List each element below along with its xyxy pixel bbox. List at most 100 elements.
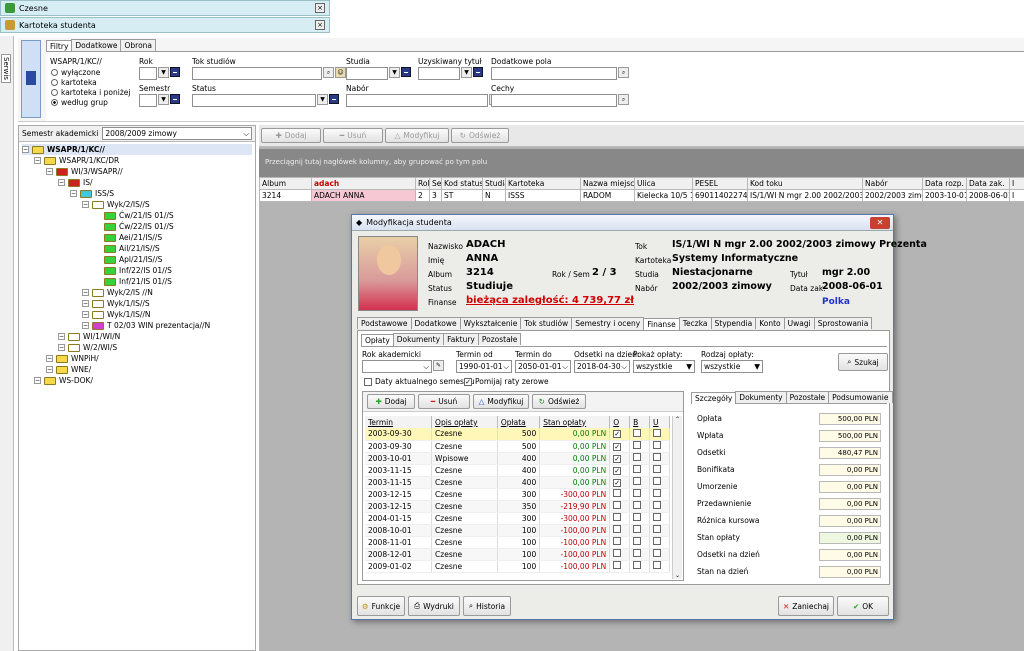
table-row[interactable]: 2003-12-15 Czesne 300 -300,00 PLN bbox=[365, 488, 670, 501]
table-row[interactable]: 2008-11-01 Czesne 100 -100,00 PLN bbox=[365, 536, 670, 549]
search-icon[interactable]: ⌕ bbox=[618, 94, 629, 105]
checkbox[interactable] bbox=[613, 489, 622, 497]
expand-icon[interactable]: − bbox=[70, 190, 77, 197]
tab-dokumenty[interactable]: Dokumenty bbox=[392, 333, 445, 345]
column-header[interactable]: Stan opłaty bbox=[539, 416, 611, 428]
column-header[interactable]: Kod toku bbox=[747, 177, 863, 190]
tree-node[interactable]: − IS/ bbox=[22, 177, 252, 188]
checkbox[interactable] bbox=[613, 513, 622, 521]
tree-node[interactable]: − ISS/S bbox=[22, 188, 252, 199]
eraser-icon[interactable]: ✎ bbox=[433, 360, 444, 371]
checkbox[interactable] bbox=[633, 501, 642, 509]
tree-node[interactable]: Ćw/21/IS 01//S bbox=[22, 210, 252, 221]
tab-tok-studiów[interactable]: Tok studiów bbox=[520, 317, 573, 329]
zaniechaj-button[interactable]: ✕ Zaniechaj bbox=[778, 596, 834, 616]
expand-icon[interactable]: − bbox=[46, 355, 53, 362]
column-header[interactable]: Studia bbox=[482, 177, 506, 190]
pokaz-select[interactable]: wszystkie ▼ bbox=[633, 360, 695, 373]
expand-icon[interactable]: − bbox=[82, 289, 89, 296]
checkbox[interactable] bbox=[633, 453, 642, 461]
status-input[interactable] bbox=[192, 94, 316, 107]
tab-obrona[interactable]: Obrona bbox=[120, 39, 157, 51]
wydruki-button[interactable]: ⎙ Wydruki bbox=[408, 596, 460, 616]
cechy-input[interactable] bbox=[491, 94, 617, 107]
checkbox[interactable]: ✓ bbox=[613, 442, 622, 451]
finanse-value[interactable]: bieżąca zaległość: 4 739,77 zł bbox=[466, 295, 634, 306]
group-icon[interactable]: ☺ bbox=[335, 67, 346, 78]
checkbox[interactable] bbox=[653, 525, 662, 533]
column-header[interactable]: Album bbox=[259, 177, 312, 190]
checkbox[interactable] bbox=[653, 489, 662, 497]
chevron-down-icon[interactable]: ⌵ bbox=[423, 362, 429, 371]
checkbox[interactable] bbox=[653, 465, 662, 473]
refresh-button[interactable]: ↻ Odśwież bbox=[451, 128, 509, 143]
tab-podsumowanie[interactable]: Podsumowanie bbox=[828, 391, 893, 403]
expand-icon[interactable]: − bbox=[82, 300, 89, 307]
window-bar-czesne[interactable]: Czesne × bbox=[0, 0, 330, 16]
checkbox[interactable] bbox=[653, 537, 662, 545]
checkbox[interactable] bbox=[633, 465, 642, 473]
tree-node[interactable]: − Wyk/1/IS//N bbox=[22, 309, 252, 320]
checkbox[interactable] bbox=[653, 549, 662, 557]
semester-select[interactable]: 2008/2009 zimowy ⌵ bbox=[102, 127, 252, 140]
tree-node[interactable]: − WI/1/WI/N bbox=[22, 331, 252, 342]
checkbox[interactable]: ✓ bbox=[613, 430, 622, 439]
nabor-input[interactable] bbox=[346, 94, 488, 107]
historia-button[interactable]: ⌕ Historia bbox=[463, 596, 511, 616]
search-icon[interactable]: ⌕ bbox=[618, 67, 629, 78]
termin-od-input[interactable]: 1990-01-01 ⌵ bbox=[456, 360, 512, 373]
expand-icon[interactable]: − bbox=[58, 179, 65, 186]
chevron-down-icon[interactable]: ▼ bbox=[461, 67, 472, 78]
minus-icon[interactable] bbox=[329, 94, 339, 104]
column-header[interactable]: Opłata bbox=[497, 416, 541, 428]
close-icon[interactable]: × bbox=[315, 20, 325, 30]
chevron-down-icon[interactable]: ⌄ bbox=[673, 572, 682, 579]
column-header[interactable]: Data zak. bbox=[966, 177, 1010, 190]
pomijaj-checkbox[interactable]: ✓ Pomijaj raty zerowe bbox=[464, 377, 549, 386]
close-icon[interactable]: ✕ bbox=[870, 217, 890, 229]
checkbox[interactable] bbox=[653, 477, 662, 485]
side-tab-serwis[interactable]: Serwis bbox=[1, 54, 11, 83]
table-row[interactable]: 2003-09-30 Czesne 500 0,00 PLN ✓ bbox=[365, 440, 670, 453]
tab-sprostowania[interactable]: Sprostowania bbox=[813, 317, 873, 329]
checkbox[interactable] bbox=[633, 549, 642, 557]
tab-finanse[interactable]: Finanse bbox=[643, 318, 680, 330]
column-header[interactable]: Kod status bbox=[441, 177, 483, 190]
tab-semestry-i-oceny[interactable]: Semestry i oceny bbox=[571, 317, 645, 329]
expand-icon[interactable]: − bbox=[34, 377, 41, 384]
column-header[interactable]: PESEL bbox=[692, 177, 748, 190]
checkbox[interactable] bbox=[633, 561, 642, 569]
checkbox[interactable] bbox=[633, 489, 642, 497]
tab-stypendia[interactable]: Stypendia bbox=[710, 317, 757, 329]
expand-icon[interactable]: − bbox=[58, 344, 65, 351]
checkbox[interactable] bbox=[633, 513, 642, 521]
add-button[interactable]: ✚ Dodaj bbox=[261, 128, 321, 143]
tree-node[interactable]: − T 02/03 WIN prezentacja//N bbox=[22, 320, 252, 331]
chevron-down-icon[interactable]: ▼ bbox=[158, 67, 169, 78]
checkbox[interactable] bbox=[613, 549, 622, 557]
chevron-down-icon[interactable]: ▼ bbox=[317, 94, 328, 105]
tab-dodatkowe[interactable]: Dodatkowe bbox=[71, 39, 122, 51]
checkbox[interactable] bbox=[653, 513, 662, 521]
refresh-payment-button[interactable]: ↻ Odśwież bbox=[532, 394, 586, 409]
tab-pozostałe[interactable]: Pozostałe bbox=[785, 391, 830, 403]
checkbox[interactable] bbox=[653, 561, 662, 569]
checkbox[interactable] bbox=[633, 477, 642, 485]
chevron-down-icon[interactable]: ▼ bbox=[158, 94, 169, 105]
checkbox[interactable] bbox=[613, 561, 622, 569]
checkbox[interactable] bbox=[613, 501, 622, 509]
rok-input[interactable] bbox=[139, 67, 157, 80]
table-row[interactable]: 2003-11-15 Czesne 400 0,00 PLN ✓ bbox=[365, 476, 670, 489]
checkbox[interactable] bbox=[633, 441, 642, 449]
search-icon[interactable]: ⌕ bbox=[323, 67, 334, 78]
checkbox[interactable] bbox=[613, 525, 622, 533]
expand-icon[interactable]: − bbox=[34, 157, 41, 164]
tab-wykształcenie[interactable]: Wykształcenie bbox=[459, 317, 522, 329]
checkbox[interactable] bbox=[633, 525, 642, 533]
tab-dokumenty[interactable]: Dokumenty bbox=[735, 391, 787, 403]
radio-kartoteka-ponizej[interactable]: kartoteka i poniżej bbox=[51, 87, 130, 97]
table-row[interactable]: 2008-10-01 Czesne 100 -100,00 PLN bbox=[365, 524, 670, 537]
tree-node[interactable]: Inf/22/IS 01//S bbox=[22, 265, 252, 276]
tree-node[interactable]: − Wyk/2/IS //N bbox=[22, 287, 252, 298]
dodatkowe-pola-input[interactable] bbox=[491, 67, 617, 80]
